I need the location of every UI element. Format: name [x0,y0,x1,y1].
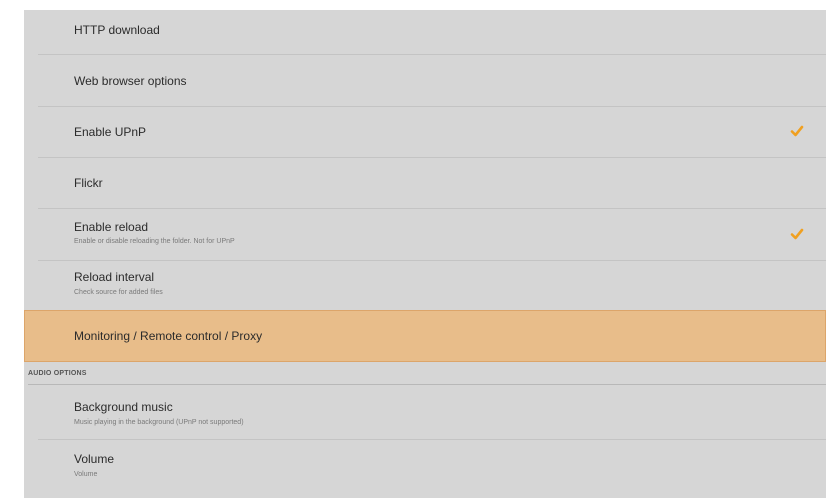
setting-reload-interval[interactable]: Reload interval Check source for added f… [24,261,826,310]
setting-web-browser-options[interactable]: Web browser options [24,55,826,107]
section-header-audio-options: AUDIO OPTIONS [24,365,826,387]
check-icon[interactable] [790,227,804,241]
setting-title: Reload interval [74,270,155,284]
setting-title: Web browser options [74,74,187,88]
setting-title: Flickr [74,176,103,190]
setting-subtitle: Check source for added files [74,289,163,296]
settings-panel: HTTP download Web browser options Enable… [24,10,826,498]
setting-subtitle: Volume [74,471,98,478]
setting-background-music[interactable]: Background music Music playing in the ba… [24,388,826,440]
check-icon[interactable] [790,124,804,138]
setting-enable-upnp[interactable]: Enable UPnP [24,107,826,158]
setting-http-download[interactable]: HTTP download [24,10,826,55]
divider [28,384,826,385]
setting-title: Volume [74,452,115,466]
setting-title: HTTP download [74,23,160,37]
section-header-label: AUDIO OPTIONS [28,370,87,377]
setting-title: Enable reload [74,220,149,234]
setting-title: Background music [74,400,173,414]
setting-subtitle: Music playing in the background (UPnP no… [74,419,244,426]
setting-subtitle: Enable or disable reloading the folder. … [74,238,235,245]
setting-monitoring-remote-proxy[interactable]: Monitoring / Remote control / Proxy [24,310,826,362]
setting-enable-reload[interactable]: Enable reload Enable or disable reloadin… [24,209,826,261]
setting-flickr[interactable]: Flickr [24,158,826,209]
setting-title: Enable UPnP [74,125,147,139]
setting-volume[interactable]: Volume Volume [24,440,826,498]
setting-title: Monitoring / Remote control / Proxy [74,329,263,343]
